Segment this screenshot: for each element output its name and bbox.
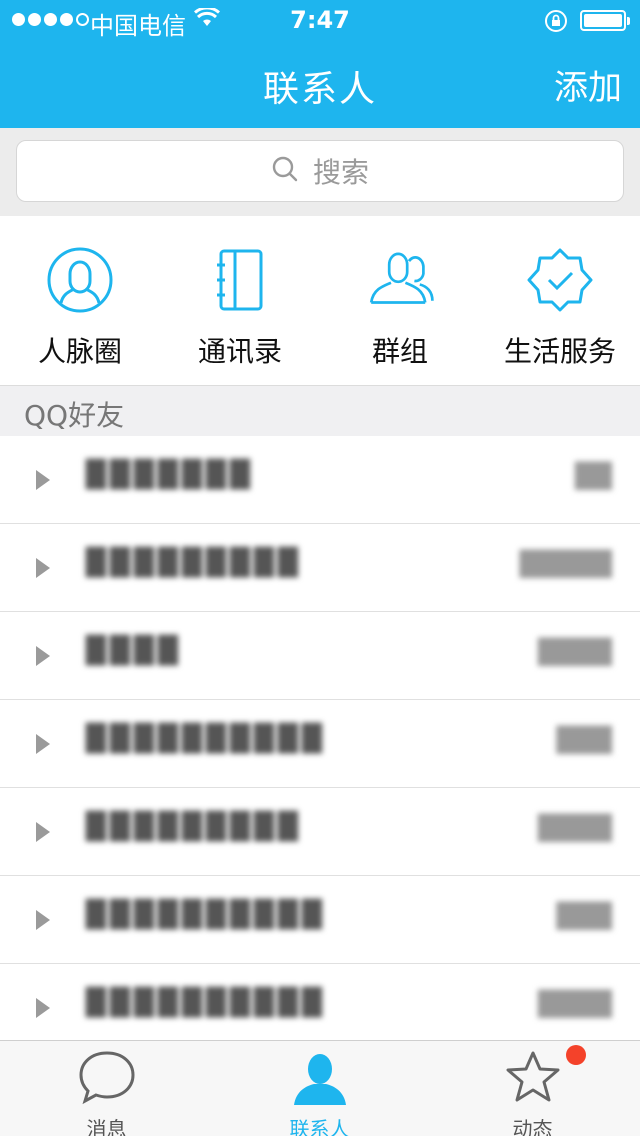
friend-group-row[interactable]: ██████████ ████ bbox=[0, 964, 640, 1040]
quick-entries: 人脉圈 通讯录 群组 生活服务 bbox=[0, 216, 640, 386]
tab-label: 动态 bbox=[512, 1117, 553, 1136]
page-title: 联系人 bbox=[262, 69, 377, 110]
expand-arrow-icon bbox=[36, 822, 50, 842]
quick-entry-label: 生活服务 bbox=[503, 335, 616, 368]
tab-bar: 消息 联系人 动态 bbox=[0, 1040, 640, 1136]
expand-arrow-icon bbox=[36, 470, 50, 490]
group-name: ███████ bbox=[86, 460, 254, 490]
friend-group-row[interactable]: ██████████ ███ bbox=[0, 700, 640, 788]
friend-group-row[interactable]: ███████ ██ bbox=[0, 436, 640, 524]
group-count: ███ bbox=[556, 902, 612, 930]
battery-icon bbox=[580, 10, 630, 31]
people-circle-icon bbox=[44, 244, 116, 316]
header: 中国电信 7:47 联系人 添加 bbox=[0, 0, 640, 128]
tab-label: 消息 bbox=[86, 1117, 127, 1136]
group-name: ██████████ bbox=[86, 988, 326, 1018]
friend-group-row[interactable]: ████ ████ bbox=[0, 612, 640, 700]
quick-entry-contacts[interactable]: 通讯录 bbox=[160, 216, 320, 385]
add-button[interactable]: 添加 bbox=[554, 60, 622, 109]
rotation-lock-icon bbox=[544, 9, 568, 37]
search-bar: 搜索 bbox=[0, 128, 640, 216]
group-name: █████████ bbox=[86, 548, 302, 578]
quick-entry-renmaiquan[interactable]: 人脉圈 bbox=[0, 216, 160, 385]
group-count: ████ bbox=[538, 638, 612, 666]
group-name: ██████████ bbox=[86, 724, 326, 754]
tab-messages[interactable]: 消息 bbox=[0, 1041, 213, 1136]
group-count: ███ bbox=[556, 726, 612, 754]
quick-entry-label: 通讯录 bbox=[197, 335, 282, 368]
expand-arrow-icon bbox=[36, 646, 50, 666]
tab-contacts[interactable]: 联系人 bbox=[213, 1041, 426, 1136]
group-name: █████████ bbox=[86, 812, 302, 842]
section-title: QQ好友 bbox=[24, 399, 125, 432]
notification-badge bbox=[566, 1045, 586, 1065]
section-header: QQ好友 bbox=[0, 386, 640, 436]
friend-group-row[interactable]: █████████ ████ bbox=[0, 788, 640, 876]
star-icon bbox=[503, 1049, 563, 1109]
search-placeholder: 搜索 bbox=[312, 156, 369, 189]
message-bubble-icon bbox=[77, 1049, 137, 1109]
tab-feed[interactable]: 动态 bbox=[426, 1041, 639, 1136]
person-icon bbox=[290, 1049, 350, 1109]
quick-entry-groups[interactable]: 群组 bbox=[320, 216, 480, 385]
quick-entry-label: 群组 bbox=[371, 335, 428, 368]
expand-arrow-icon bbox=[36, 998, 50, 1018]
search-input[interactable]: 搜索 bbox=[16, 140, 624, 202]
group-name: ██████████ bbox=[86, 900, 326, 930]
group-count: █████ bbox=[519, 550, 612, 578]
expand-arrow-icon bbox=[36, 558, 50, 578]
expand-arrow-icon bbox=[36, 734, 50, 754]
search-icon bbox=[271, 155, 299, 187]
friend-group-row[interactable]: ██████████ ███ bbox=[0, 876, 640, 964]
badge-check-icon bbox=[524, 244, 596, 316]
tab-label: 联系人 bbox=[289, 1117, 350, 1136]
status-bar: 中国电信 7:47 bbox=[0, 0, 640, 40]
friend-group-row[interactable]: █████████ █████ bbox=[0, 524, 640, 612]
address-book-icon bbox=[204, 244, 276, 316]
quick-entry-label: 人脉圈 bbox=[37, 335, 122, 368]
group-icon bbox=[364, 244, 436, 316]
group-count: ██ bbox=[575, 462, 612, 490]
group-name: ████ bbox=[86, 636, 182, 666]
quick-entry-life-service[interactable]: 生活服务 bbox=[480, 216, 640, 385]
group-count: ████ bbox=[538, 990, 612, 1018]
expand-arrow-icon bbox=[36, 910, 50, 930]
friend-groups-list: ███████ ██ █████████ █████ ████ ████ ███… bbox=[0, 436, 640, 1040]
group-count: ████ bbox=[538, 814, 612, 842]
